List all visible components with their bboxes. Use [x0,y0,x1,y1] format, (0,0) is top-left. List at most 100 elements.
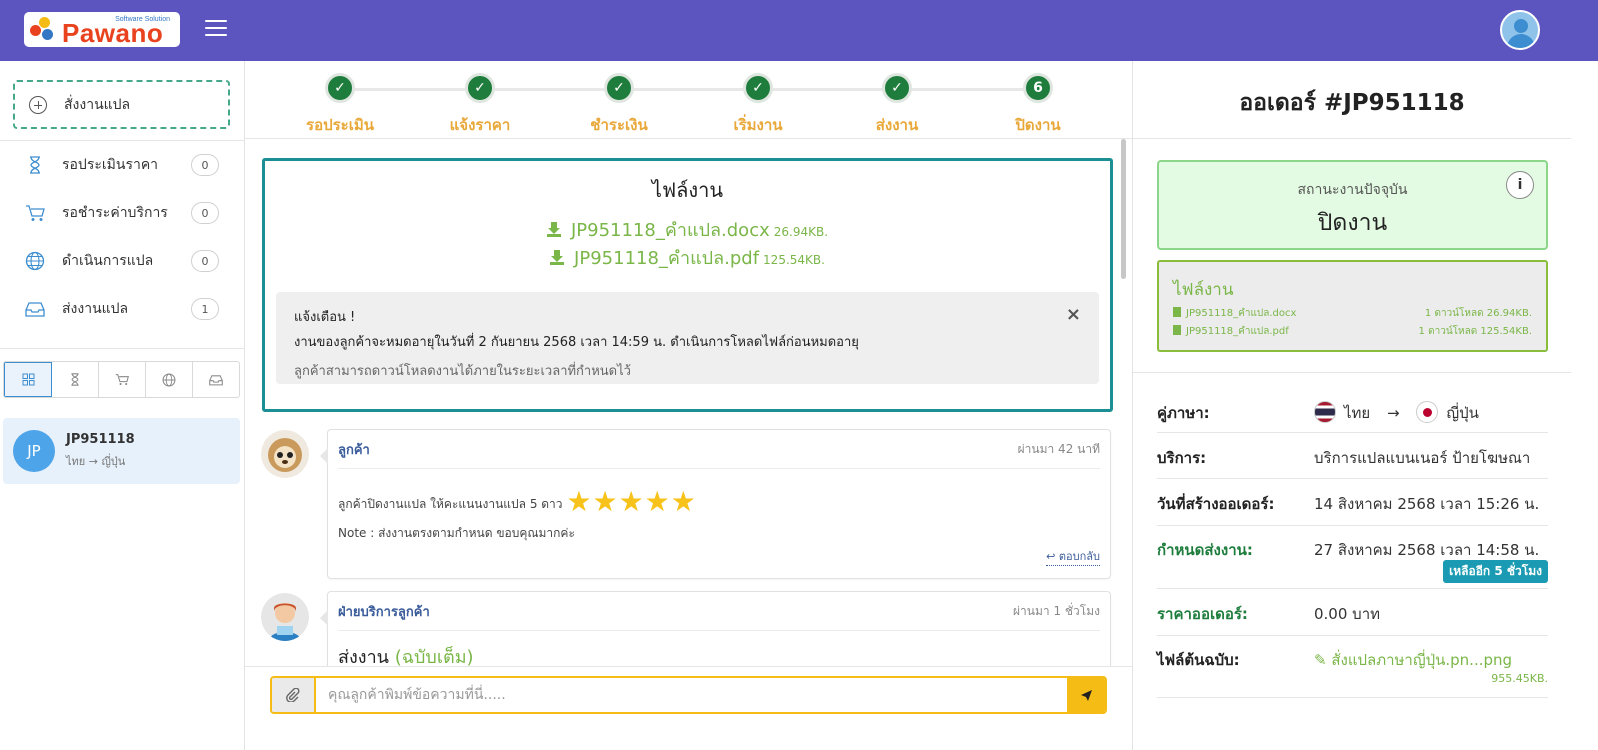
step-label: ชำระเงิน [590,116,648,134]
field-label: กำหนดส่งงาน: [1157,541,1253,559]
globe-icon [162,373,176,386]
step-close: 6 ปิดงาน [978,73,1098,137]
language-pair-row: คู่ภาษา: ไทย → ญี่ปุ่น [1157,401,1548,433]
step-start: ✓ เริ่มงาน [698,73,818,137]
sidebar-item-awaiting-payment[interactable]: รอชำระค่าบริการ 0 [0,189,245,237]
files-title: ไฟล์งาน [1173,280,1234,300]
sidebar-item-delivered[interactable]: ส่งงานแปล 1 [0,285,245,333]
menu-toggle-icon[interactable] [205,20,227,38]
target-language: ญี่ปุ่น [1446,404,1479,422]
order-file-docx[interactable]: JP951118_คำแปล.docx 1 ดาวน์โหลด 26.94KB. [1173,306,1532,321]
support-avatar [261,593,309,641]
pawano-logo[interactable]: Pawano Software Solution [24,12,180,47]
new-order-button[interactable]: สั่งงานแปล [13,80,230,129]
file-name: JP951118_คำแปล.docx [570,220,770,241]
count-badge: 1 [191,298,219,320]
panel-title: ไฟล์งาน [651,178,724,202]
filter-tab-all[interactable] [4,362,52,397]
step-label: แจ้งราคา [449,116,511,134]
logo-mark-icon [30,16,60,43]
sidebar-item-awaiting-quote[interactable]: รอประเมินราคา 0 [0,141,245,189]
download-file-pdf[interactable]: JP951118_คำแปล.pdf 125.54KB. [265,243,1110,272]
download-file-docx[interactable]: JP951118_คำแปล.docx 26.94KB. [265,215,1110,244]
step-quote: ✓ แจ้งราคา [420,73,540,137]
alert-title: แจ้งเตือน ! [294,310,356,325]
filter-tab-delivered[interactable] [193,362,239,397]
left-sidebar: สั่งงานแปล รอประเมินราคา 0 รอชำระค่าบริก… [0,61,245,750]
field-label: บริการ: [1157,449,1207,467]
add-circle-icon [29,95,47,114]
order-files-card: ไฟล์งาน JP951118_คำแปล.docx 1 ดาวน์โหลด … [1157,260,1548,352]
source-file-size: 955.45KB. [1491,672,1548,685]
thailand-flag-icon [1314,401,1336,423]
message-time: ผ่านมา 1 ชั่วโมง [1013,603,1100,618]
filter-tab-awaiting-payment[interactable] [99,362,146,397]
download-icon [550,250,565,265]
alert-message: งานของลูกค้าจะหมดอายุในวันที่ 2 กันยายน … [294,335,859,350]
inbox-icon [209,374,223,385]
divider [1133,138,1571,139]
message-time: ผ่านมา 42 นาที [1017,441,1100,456]
hourglass-icon [71,373,79,386]
file-size: 125.54KB. [763,253,825,267]
message-note: Note : ส่งงานตรงตามกำหนด ขอบคุณมากค่ะ [338,526,575,540]
order-file-pdf[interactable]: JP951118_คำแปล.pdf 1 ดาวน์โหลด 125.54KB. [1173,324,1532,339]
field-value: 27 สิงหาคม 2568 เวลา 14:58 น. [1314,541,1540,559]
filter-tab-translating[interactable] [146,362,193,397]
alert-note: ลูกค้าสามารถดาวน์โหลดงานได้ภายในระยะเวลา… [294,364,631,379]
step-label: ส่งงาน [875,116,919,134]
order-details-panel: ออเดอร์ #JP951118 สถานะงานปัจจุบัน ปิดงา… [1132,61,1598,750]
divider [1133,372,1571,373]
price-row: ราคาออเดอร์: 0.00 บาท [1157,602,1548,636]
step-payment: ✓ ชำระเงิน [559,73,679,137]
source-file-row: ไฟล์ต้นฉบับ: ✎ สั่งแปลภาษาญี่ปุ่น.pn...p… [1157,648,1548,698]
message-input[interactable] [316,678,1067,712]
source-file-link[interactable]: ✎ สั่งแปลภาษาญี่ปุ่น.pn...png [1314,651,1512,669]
file-icon [1173,307,1181,317]
field-label: คู่ภาษา: [1157,404,1210,422]
reply-link[interactable]: ↩ ตอบกลับ [1046,547,1100,566]
deadline-row: กำหนดส่งงาน: 27 สิงหาคม 2568 เวลา 14:58 … [1157,538,1548,589]
info-icon[interactable]: i [1506,171,1534,199]
progress-stepper: ✓ รอประเมิน ✓ แจ้งราคา ✓ ชำระเงิน ✓ เริ่… [245,61,1132,139]
sidebar-item-translating[interactable]: ดำเนินการแปล 0 [0,237,245,285]
order-title: ออเดอร์ #JP951118 [1239,90,1465,116]
status-label: สถานะงานปัจจุบัน [1297,182,1408,198]
step-label: ปิดงาน [1015,116,1061,134]
message-input-group [270,676,1107,714]
check-icon: ✓ [604,73,634,103]
new-order-label: สั่งงานแปล [64,96,131,113]
user-avatar[interactable] [1500,10,1540,50]
field-label: ราคาออเดอร์: [1157,605,1248,623]
check-icon: ✓ [882,73,912,103]
file-size: 26.94KB. [773,225,829,239]
message-author: ลูกค้า [338,442,370,458]
check-icon: ✓ [465,73,495,103]
order-language-pair: ไทย → ญี่ปุ่น [66,455,126,468]
filter-tab-awaiting-quote[interactable] [52,362,99,397]
field-value: บริการแปลแบนเนอร์ ป้ายโฆษณา [1314,449,1531,467]
file-meta: 1 ดาวน์โหลด 26.94KB. [1424,308,1532,319]
send-icon [1080,689,1092,701]
scrollbar[interactable] [1121,139,1126,279]
file-name: JP951118_คำแปล.pdf [574,248,760,269]
order-list-item[interactable]: JP JP951118 ไทย → ญี่ปุ่น [3,418,240,484]
sidebar-item-label: ดำเนินการแปล [62,253,154,269]
order-conversation: ✓ รอประเมิน ✓ แจ้งราคา ✓ ชำระเงิน ✓ เริ่… [245,61,1132,750]
cart-icon [115,374,129,386]
close-icon[interactable]: × [1066,304,1081,325]
message-card: ลูกค้า ผ่านมา 42 นาที ลูกค้าปิดงานแปล ให… [320,429,1111,579]
order-id: JP951118 [66,432,135,447]
file-name: JP951118_คำแปล.docx [1186,308,1297,319]
work-files-panel: ไฟล์งาน JP951118_คำแปล.docx 26.94KB. JP95… [262,158,1113,412]
count-badge: 0 [191,250,219,272]
cart-icon [25,203,45,223]
reply-label: ตอบกลับ [1058,550,1100,563]
top-navbar: Pawano Software Solution [0,0,1598,61]
send-button[interactable] [1067,678,1105,712]
attach-button[interactable] [272,678,316,712]
arrow-icon: → [1387,404,1400,422]
step-label: เริ่มงาน [733,116,783,134]
paperclip-icon [286,688,300,702]
count-badge: 0 [191,202,219,224]
